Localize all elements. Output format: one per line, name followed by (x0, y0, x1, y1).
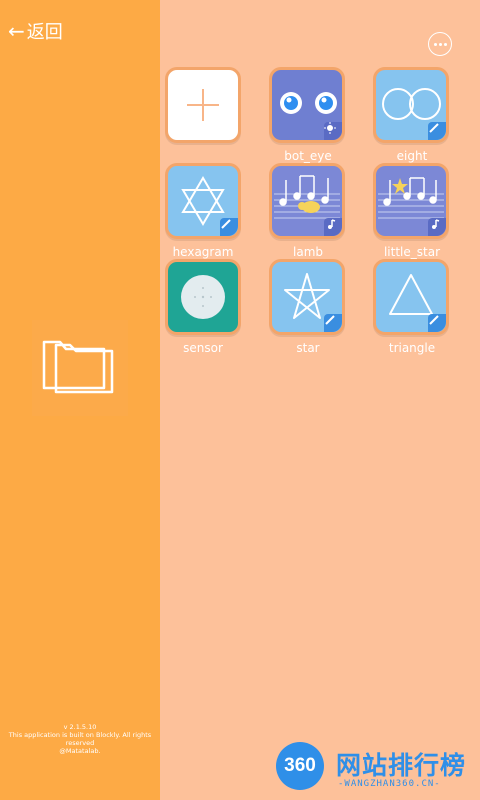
folder-button[interactable] (32, 320, 128, 416)
project-label-little-star: little_star (383, 245, 441, 259)
music-note-icon (328, 219, 336, 229)
new-project-tile[interactable] (165, 67, 241, 143)
author-text: @Matatalab. (59, 747, 101, 755)
project-label-sensor: sensor (183, 341, 223, 355)
music-note-icon (432, 219, 440, 229)
project-tile-eight[interactable] (373, 67, 449, 143)
project-label-triangle: triangle (388, 341, 436, 355)
sidebar: ← 返回 v 2.1.5.10 This application is buil… (0, 0, 160, 800)
project-tile-sensor[interactable] (165, 259, 241, 335)
project-label-star: star (296, 341, 320, 355)
dot-icon (433, 42, 437, 46)
project-label-hexagram: hexagram (172, 245, 234, 259)
sensor-icon (181, 275, 225, 319)
license-text: This application is built on Blockly. Al… (8, 731, 152, 747)
arrow-left-icon: ← (8, 19, 25, 43)
pencil-icon (429, 315, 439, 325)
watermark-title: 网站排行榜 (336, 751, 467, 780)
more-options-button[interactable] (428, 32, 452, 56)
dot-icon (438, 42, 442, 46)
sun-icon (324, 122, 336, 134)
folder-icon (42, 340, 114, 394)
plus-icon (187, 89, 219, 121)
dot-icon (443, 42, 447, 46)
project-label-eight: eight (396, 149, 428, 163)
project-label-lamb: lamb (293, 245, 323, 259)
project-tile-little-star[interactable] (373, 163, 449, 239)
project-tile-hexagram[interactable] (165, 163, 241, 239)
project-tile-bot-eye[interactable] (269, 67, 345, 143)
pencil-icon (429, 123, 439, 133)
pencil-icon (325, 315, 335, 325)
project-tile-lamb[interactable] (269, 163, 345, 239)
project-label-bot-eye: bot_eye (284, 149, 332, 163)
version-info: v 2.1.5.10 This application is built on … (0, 723, 160, 755)
watermark-logo: 360 网站排行榜 -WANGZHAN360.CN- (270, 738, 480, 800)
project-tile-triangle[interactable] (373, 259, 449, 335)
pencil-icon (221, 219, 231, 229)
version-text: v 2.1.5.10 (63, 723, 97, 731)
watermark-number: 360 (276, 742, 324, 790)
back-label: 返回 (26, 22, 63, 43)
watermark-sub: -WANGZHAN360.CN- (338, 779, 441, 789)
back-button[interactable]: ← 返回 (8, 18, 63, 44)
project-tile-star[interactable] (269, 259, 345, 335)
